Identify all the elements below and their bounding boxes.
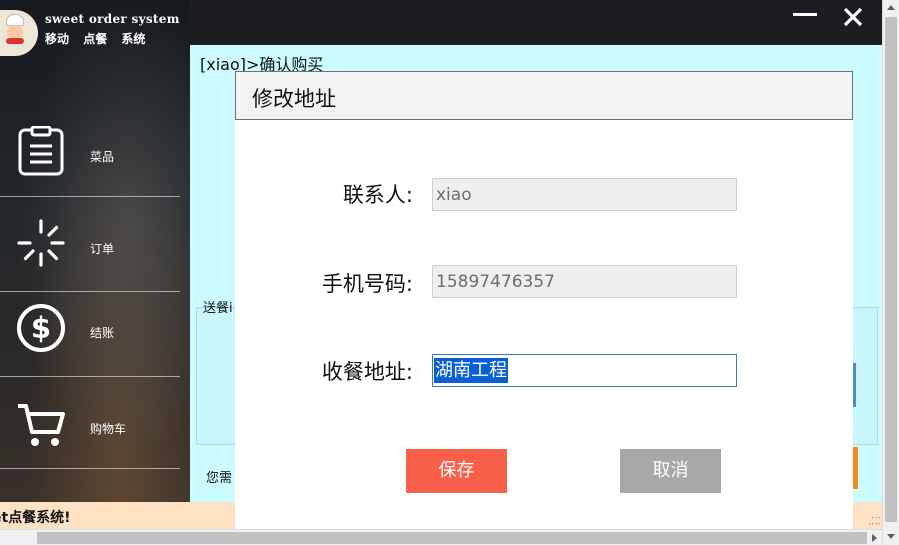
delivery-label: 送餐i	[203, 301, 233, 316]
dollar-coin-icon: $	[17, 304, 65, 352]
brand-word: 系统	[121, 32, 146, 46]
scroll-up-icon[interactable]	[887, 5, 895, 10]
scrollbar-thumb[interactable]	[37, 532, 867, 544]
scroll-right-icon[interactable]	[872, 534, 877, 542]
address-field-selected-text: 湖南工程	[434, 358, 508, 383]
contact-field[interactable]	[432, 178, 737, 211]
sidebar-item-dishes[interactable]: 菜品	[0, 110, 180, 200]
address-field[interactable]: 湖南工程	[432, 354, 737, 387]
edit-address-dialog: 修改地址 联系人: 手机号码: 收餐地址: 湖南工程 保存 取消	[235, 71, 853, 529]
contact-label: 联系人:	[342, 183, 413, 207]
dialog-header: 修改地址	[235, 71, 853, 120]
resize-grip-icon[interactable]: ⠠⠤ ⠤⠤	[868, 513, 881, 528]
sidebar-item-label: 订单	[90, 242, 115, 256]
sidebar-item-label: 购物车	[90, 422, 127, 436]
marquee-banner: et点餐系统!	[0, 502, 235, 529]
phone-label: 手机号码:	[321, 272, 413, 296]
cancel-button[interactable]: 取消	[620, 449, 721, 493]
sidebar-item-label: 菜品	[90, 150, 115, 164]
brand-title-en: sweet order system	[45, 12, 180, 26]
sidebar: sweet order system 移动 点餐 系统 菜品 订单 $ 结账 购…	[0, 0, 190, 502]
loading-spinner-icon	[17, 219, 65, 267]
sidebar-item-cart[interactable]: 购物车	[0, 380, 180, 470]
scrollbar-thumb[interactable]	[885, 17, 897, 522]
horizontal-scrollbar[interactable]	[0, 529, 882, 545]
vertical-scrollbar[interactable]	[882, 0, 899, 545]
minimize-icon[interactable]	[793, 13, 817, 16]
notice-label: 您需	[206, 471, 233, 486]
chef-logo-icon	[0, 10, 38, 56]
shopping-cart-icon	[18, 404, 65, 446]
address-label: 收餐地址:	[321, 360, 413, 384]
marquee-text: et点餐系统!	[0, 510, 71, 526]
brand-word: 移动	[45, 32, 70, 46]
divider	[0, 376, 180, 377]
close-icon[interactable]	[840, 4, 866, 30]
brand-word: 点餐	[83, 32, 108, 46]
divider	[0, 196, 180, 197]
title-bar	[190, 0, 882, 45]
svg-text:$: $	[31, 311, 51, 345]
dialog-title: 修改地址	[252, 87, 336, 111]
save-button[interactable]: 保存	[406, 449, 507, 493]
sidebar-item-orders[interactable]: 订单	[0, 200, 180, 290]
sidebar-item-checkout[interactable]: $ 结账	[0, 292, 180, 382]
phone-field[interactable]	[432, 265, 737, 298]
sidebar-item-label: 结账	[90, 326, 115, 340]
scroll-down-icon[interactable]	[887, 534, 895, 539]
divider	[0, 468, 180, 469]
brand-title-cn: 移动 点餐 系统	[45, 30, 155, 47]
clipboard-list-icon	[18, 126, 64, 176]
